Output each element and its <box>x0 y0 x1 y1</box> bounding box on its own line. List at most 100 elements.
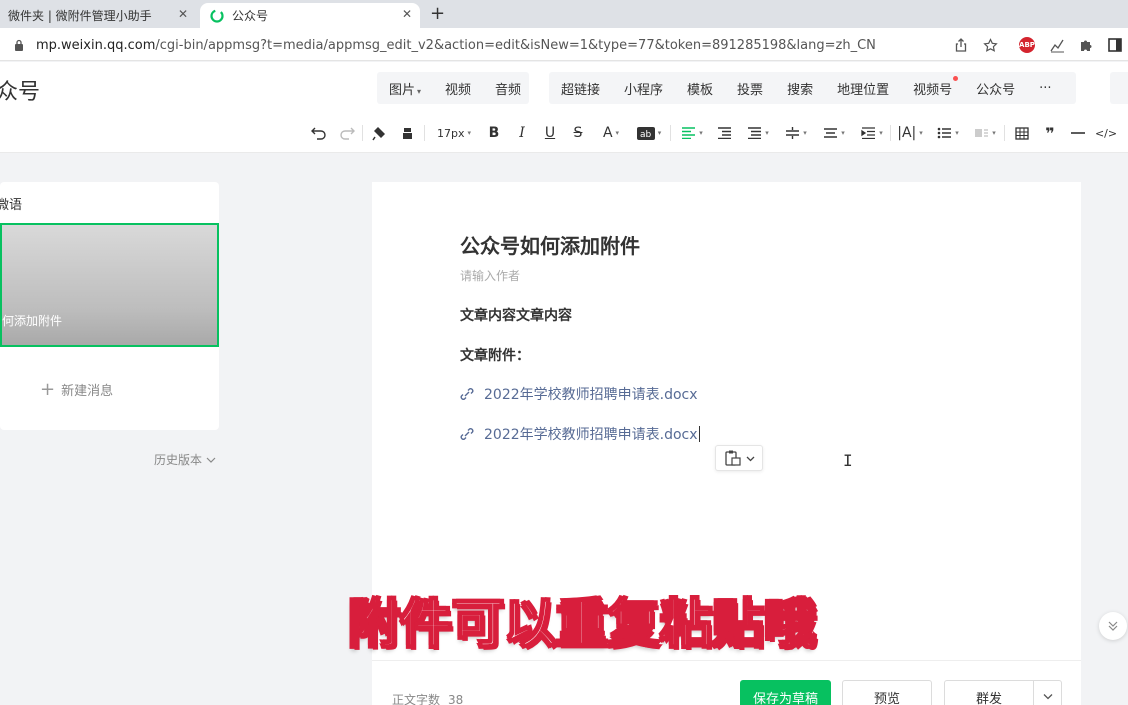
publish-label: 群发 <box>975 691 1002 705</box>
article-paragraph: 文章附件： <box>460 348 530 364</box>
float-image-icon[interactable]: ▾ <box>972 123 998 143</box>
lock-icon <box>15 39 23 51</box>
font-size-select[interactable]: 17px ▾ <box>433 123 475 143</box>
editor-bottom-bar: 正文字数 38 保存为草稿 预览 群发 <box>372 660 1081 705</box>
quote-icon[interactable]: ❞ <box>1041 123 1059 143</box>
insert-location-button[interactable]: 地理位置 <box>825 79 901 98</box>
browser-tab-gongzhonghao[interactable]: 公众号 ✕ <box>200 3 420 28</box>
url-text: mp.weixin.qq.com/cgi-bin/appmsg?t=media/… <box>36 37 876 53</box>
text-cursor <box>698 426 700 442</box>
align-left-icon[interactable]: ▾ <box>678 123 706 143</box>
more-insert-button[interactable]: ··· <box>1027 81 1063 96</box>
toolbar-divider <box>890 125 891 141</box>
author-input[interactable]: 请输入作者 <box>460 267 520 284</box>
undo-icon[interactable] <box>310 123 328 143</box>
italic-icon[interactable]: I <box>514 123 530 143</box>
code-icon[interactable]: </> <box>1095 123 1117 143</box>
attachment-link[interactable]: 2022年学校教师招聘申请表.docx <box>460 424 700 444</box>
insert-video-button[interactable]: 视频 <box>433 79 483 98</box>
toolbar-divider <box>1004 125 1005 141</box>
insert-vote-button[interactable]: 投票 <box>725 79 775 98</box>
article-paragraph: 文章内容文章内容 <box>460 308 572 324</box>
side-panel-icon[interactable] <box>1106 36 1124 54</box>
bold-icon[interactable]: B <box>486 123 502 143</box>
insert-channels-button[interactable]: 视频号 <box>901 75 964 98</box>
close-tab-icon[interactable]: ✕ <box>402 7 412 21</box>
chevron-down-icon <box>746 456 754 461</box>
bullet-list-icon[interactable]: ▾ <box>934 123 962 143</box>
redo-icon[interactable] <box>338 123 356 143</box>
new-message-button[interactable]: + 新建消息 <box>40 379 113 400</box>
video-subtitle: 附件可以重复粘贴哦 <box>347 594 817 656</box>
text-direction-icon[interactable]: |A| ▾ <box>896 123 924 143</box>
double-chevron-down-icon <box>1108 621 1118 631</box>
toolbar-divider <box>670 125 671 141</box>
extensions-puzzle-icon[interactable] <box>1077 36 1095 54</box>
insert-official-account-button[interactable]: 公众号 <box>964 79 1027 98</box>
preview-button[interactable]: 预览 <box>842 680 932 705</box>
divider-line-icon[interactable] <box>1069 123 1087 143</box>
insert-search-button[interactable]: 搜索 <box>775 79 825 98</box>
format-painter-icon[interactable] <box>370 123 388 143</box>
chevron-down-icon[interactable] <box>1034 692 1061 703</box>
tab-title: 微件夹 | 微附件管理小助手 <box>8 9 152 23</box>
browser-tab-weijianjia[interactable]: 微件夹 | 微附件管理小助手 ✕ <box>0 3 196 28</box>
browser-tab-bar: 微件夹 | 微附件管理小助手 ✕ 公众号 ✕ + <box>0 0 1128 28</box>
underline-icon[interactable]: U <box>542 123 558 143</box>
address-bar: mp.weixin.qq.com/cgi-bin/appmsg?t=media/… <box>0 28 1128 61</box>
font-color-icon[interactable]: A ▾ <box>598 123 624 143</box>
chevron-down-icon <box>206 457 216 463</box>
adblock-plus-icon[interactable]: ABP <box>1019 37 1035 53</box>
indent-icon[interactable] <box>716 123 732 143</box>
insert-image-button[interactable]: 图片 ▾ <box>377 79 433 98</box>
tab-title: 公众号 <box>232 9 269 23</box>
table-icon[interactable] <box>1013 123 1031 143</box>
paragraph-spacing-icon[interactable]: ▾ <box>744 123 772 143</box>
insert-hyperlink-button[interactable]: 超链接 <box>549 79 612 98</box>
attachment-link-icon <box>460 428 474 440</box>
article-title[interactable]: 公众号如何添加附件 <box>460 230 640 259</box>
article-cover-card[interactable]: 何添加附件 <box>0 223 219 347</box>
url-input[interactable]: mp.weixin.qq.com/cgi-bin/appmsg?t=media/… <box>6 32 1006 58</box>
clear-format-icon[interactable] <box>398 123 416 143</box>
account-name: 微语 <box>0 198 23 213</box>
text-indent-icon[interactable]: ▾ <box>858 123 886 143</box>
paste-options-button[interactable] <box>715 445 763 471</box>
save-draft-button[interactable]: 保存为草稿 <box>740 680 831 705</box>
insert-audio-button[interactable]: 音频 <box>483 79 533 98</box>
line-height-icon[interactable]: ▾ <box>782 123 810 143</box>
extension-chart-icon[interactable] <box>1048 36 1066 54</box>
article-list-card: 微语 何添加附件 + 新建消息 <box>0 182 219 430</box>
bookmark-star-icon[interactable] <box>981 36 999 54</box>
new-message-label: 新建消息 <box>61 384 114 399</box>
insert-tools-group: 超链接 小程序 模板 投票 搜索 地理位置 视频号 公众号 ··· <box>549 72 1076 104</box>
header-right-panel <box>1110 72 1128 104</box>
new-tab-icon[interactable]: + <box>430 3 445 24</box>
toolbar-divider <box>424 125 425 141</box>
close-tab-icon[interactable]: ✕ <box>178 7 188 21</box>
plus-icon: + <box>40 379 56 400</box>
page-title: 众号 <box>0 80 41 105</box>
svg-text:ab: ab <box>640 130 652 140</box>
scroll-collapse-button[interactable] <box>1099 612 1127 640</box>
publish-button[interactable]: 群发 <box>944 680 1062 705</box>
insert-media-group: 图片 ▾ 视频 音频 <box>377 72 529 104</box>
toolbar-divider <box>362 125 363 141</box>
insert-template-button[interactable]: 模板 <box>675 79 725 98</box>
word-count: 正文字数 38 <box>392 693 464 705</box>
share-icon[interactable] <box>952 36 970 54</box>
background-color-icon[interactable]: ab ▾ <box>634 123 664 143</box>
notification-dot <box>953 75 959 81</box>
cover-title: 何添加附件 <box>2 314 63 328</box>
history-version-button[interactable]: 历史版本 <box>154 451 216 468</box>
strikethrough-icon[interactable]: S <box>570 123 586 143</box>
attachment-link-icon <box>460 388 474 400</box>
page-header: 众号 图片 ▾ 视频 音频 超链接 小程序 模板 投票 搜索 地理位置 视频号 公… <box>0 62 1128 113</box>
insert-miniprogram-button[interactable]: 小程序 <box>612 79 675 98</box>
wechat-mp-favicon-icon <box>210 8 224 23</box>
paste-icon <box>724 450 741 466</box>
attachment-link[interactable]: 2022年学校教师招聘申请表.docx <box>460 384 698 404</box>
format-toolbar: 17px ▾ B I U S A ▾ ab ▾ ▾ ▾ ▾ ▾ ▾ |A| ▾ ▾ ▾ <box>0 113 1128 153</box>
letter-spacing-icon[interactable]: ▾ <box>820 123 848 143</box>
mouse-ibeam-cursor: I <box>843 451 853 470</box>
